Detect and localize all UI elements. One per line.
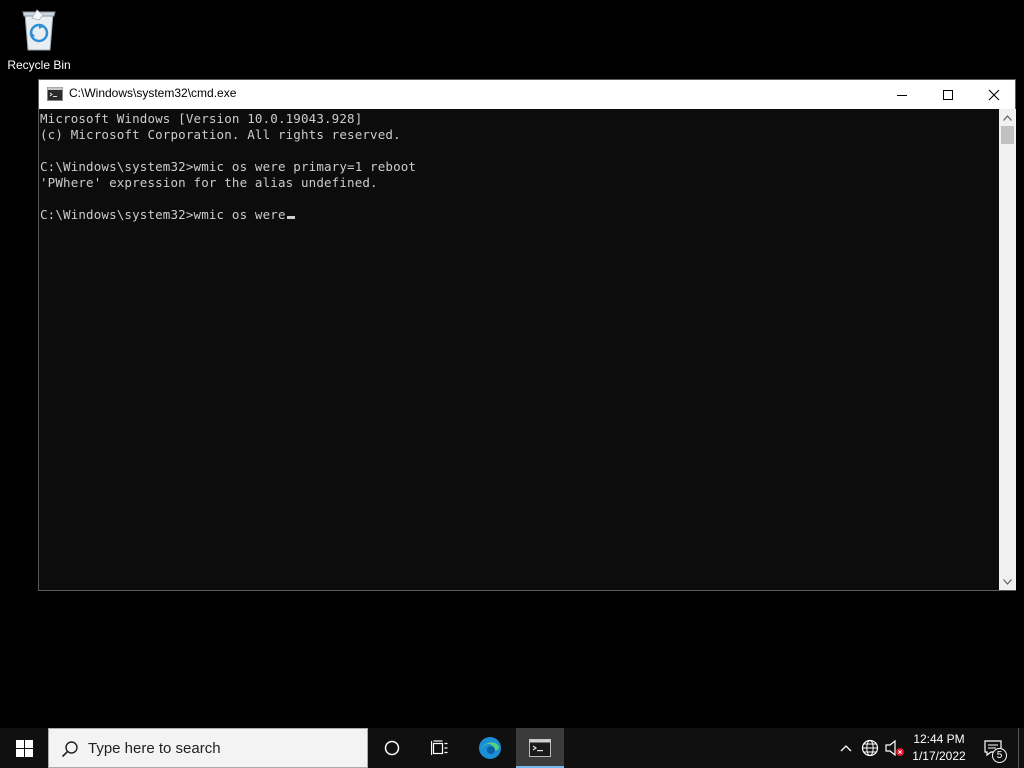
- console-input-text: C:\Windows\system32>wmic os were: [40, 207, 286, 222]
- recycle-bin[interactable]: Recycle Bin: [4, 6, 74, 74]
- network-status-button[interactable]: [860, 738, 882, 758]
- chevron-up-icon: [840, 745, 852, 752]
- globe-network-icon: [861, 739, 879, 757]
- taskbar-edge[interactable]: [466, 728, 514, 768]
- notification-count-badge: 5: [992, 748, 1007, 763]
- maximize-button[interactable]: [925, 80, 971, 109]
- taskbar-search-box[interactable]: Type here to search: [48, 728, 368, 768]
- maximize-icon: [943, 89, 953, 100]
- speaker-muted-icon: [885, 739, 904, 757]
- desktop: Recycle Bin C:\Windows\system32\cmd.exe …: [0, 0, 1024, 728]
- task-view-button[interactable]: [416, 728, 464, 768]
- recycle-bin-label: Recycle Bin: [7, 58, 71, 72]
- volume-button[interactable]: [884, 738, 906, 758]
- minimize-icon: [897, 94, 907, 96]
- show-hidden-icons-button[interactable]: [836, 738, 856, 758]
- cmd-icon: [47, 87, 63, 101]
- console-line: 'PWhere' expression for the alias undefi…: [40, 175, 378, 190]
- clock-date: 1/17/2022: [912, 749, 966, 763]
- action-center-button[interactable]: 5: [978, 728, 1008, 768]
- windows-logo-icon: [15, 739, 33, 757]
- console-line: Microsoft Windows [Version 10.0.19043.92…: [40, 111, 363, 126]
- vertical-scrollbar[interactable]: [999, 109, 1016, 590]
- cortana-button[interactable]: [368, 728, 416, 768]
- clock-time: 12:44 PM: [913, 732, 965, 746]
- search-placeholder: Type here to search: [88, 740, 221, 757]
- edge-browser-icon: [479, 737, 501, 759]
- scrollbar-thumb[interactable]: [1001, 126, 1014, 144]
- cmd-window[interactable]: C:\Windows\system32\cmd.exe Microsoft Wi…: [38, 79, 1016, 591]
- chevron-up-icon: [1003, 114, 1012, 121]
- taskbar-cmd[interactable]: [516, 728, 564, 768]
- cmd-icon: [529, 739, 551, 757]
- recycle-bin-icon: [22, 9, 56, 51]
- taskbar: Type here to search 12:44 PM 1/17/2022 5: [0, 728, 1024, 768]
- console-line: C:\Windows\system32>wmic os were primary…: [40, 159, 417, 174]
- window-titlebar[interactable]: C:\Windows\system32\cmd.exe: [39, 80, 1015, 109]
- close-icon: [988, 89, 1000, 100]
- console-prompt-line[interactable]: C:\Windows\system32>wmic os were: [40, 207, 999, 223]
- console-line: (c) Microsoft Corporation. All rights re…: [40, 127, 401, 142]
- show-desktop-button[interactable]: [1018, 728, 1024, 768]
- window-title: C:\Windows\system32\cmd.exe: [69, 86, 237, 100]
- scroll-up-button[interactable]: [999, 109, 1016, 126]
- search-icon: [61, 741, 78, 758]
- console-output[interactable]: Microsoft Windows [Version 10.0.19043.92…: [39, 109, 999, 590]
- start-button[interactable]: [0, 728, 48, 768]
- cortana-icon: [384, 740, 400, 756]
- minimize-button[interactable]: [879, 80, 925, 109]
- taskbar-clock[interactable]: 12:44 PM 1/17/2022: [906, 731, 972, 767]
- task-view-icon: [431, 740, 448, 755]
- scroll-down-button[interactable]: [999, 573, 1016, 590]
- text-cursor: [286, 216, 295, 219]
- chevron-down-icon: [1003, 578, 1012, 585]
- close-button[interactable]: [971, 80, 1017, 109]
